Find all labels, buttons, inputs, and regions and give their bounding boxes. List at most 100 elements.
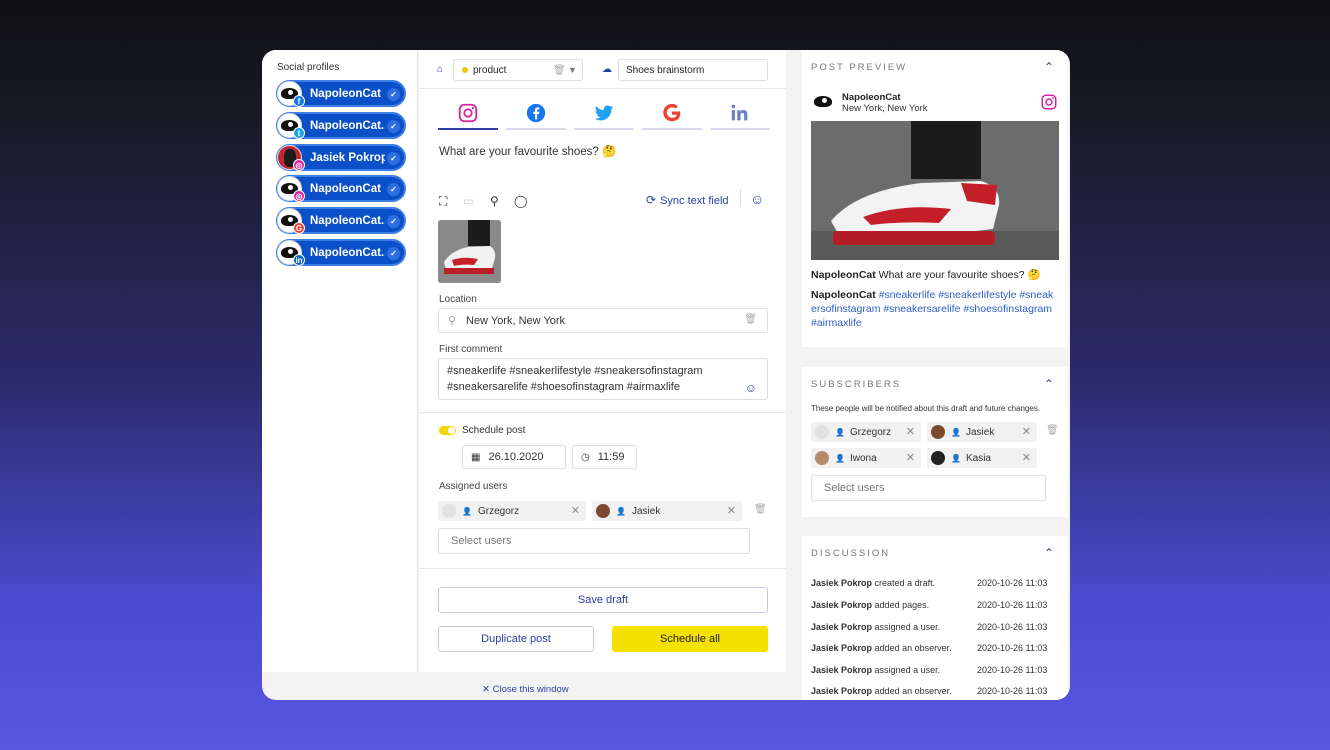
twitter-icon: t	[293, 127, 305, 139]
remove-icon[interactable]: ✕	[1022, 451, 1031, 464]
calendar-icon: ▦	[471, 451, 481, 463]
profile-napoleoncat-linkedin[interactable]: in NapoleonCat.... ✓	[276, 239, 406, 266]
instagram-icon: ◎	[293, 190, 305, 202]
remove-icon[interactable]: ✕	[571, 504, 580, 517]
divider	[740, 190, 741, 206]
social-profiles-panel: Social profiles f NapoleonCat ✓ t Napole…	[262, 50, 418, 672]
twitter-icon	[594, 105, 614, 121]
first-comment-input[interactable]: #sneakerlife #sneakerlifestyle #sneakers…	[438, 358, 768, 400]
trash-icon[interactable]: 🗑	[754, 504, 767, 515]
chevron-down-icon[interactable]: ▼	[568, 65, 577, 75]
facebook-icon	[526, 103, 546, 123]
avatar	[931, 425, 945, 439]
avatar	[813, 92, 835, 110]
time-input[interactable]: ◷ 11:59	[572, 445, 637, 469]
subscribers-title: SUBSCRIBERS	[811, 379, 902, 390]
divider	[419, 412, 786, 413]
post-editor-panel: ⌂ product 🗑 ▼ ☁ Shoes brainstorm What ar…	[419, 50, 786, 672]
profile-napoleoncat-facebook[interactable]: f NapoleonCat ✓	[276, 80, 406, 107]
chevron-up-icon[interactable]: ⌃	[1044, 377, 1054, 391]
discussion-title: DISCUSSION	[811, 548, 891, 559]
check-icon: ✓	[387, 183, 400, 196]
user-icon: 👤	[951, 453, 961, 463]
divider	[419, 568, 786, 569]
screenshot-icon[interactable]: ⛶	[439, 194, 447, 209]
remove-icon[interactable]: ✕	[727, 504, 736, 517]
linkedin-icon: in	[293, 254, 305, 266]
assigned-user-chip: 👤 Jasiek ✕	[592, 501, 742, 521]
post-text-input[interactable]: What are your favourite shoes? 🤔	[439, 144, 616, 158]
google-icon	[663, 103, 681, 122]
preview-comment: NapoleonCat #sneakerlife #sneakerlifesty…	[811, 289, 1054, 329]
attached-image[interactable]	[438, 220, 501, 283]
save-draft-button[interactable]: Save draft	[438, 587, 768, 613]
profile-napoleoncat-instagram[interactable]: ◎ NapoleonCat ✓	[276, 175, 406, 202]
emoji-icon[interactable]: ☺	[745, 381, 757, 395]
subscriber-chip: 👤 Grzegorz ✕	[811, 422, 921, 442]
tag-select[interactable]: product 🗑 ▼	[453, 59, 583, 81]
select-users-input[interactable]: Select users	[438, 528, 750, 554]
remove-icon[interactable]: ✕	[906, 451, 915, 464]
emoji-icon[interactable]: ☺	[750, 191, 764, 207]
discussion-entry: Jasiek Pokrop added pages. 2020-10-26 11:…	[811, 600, 1048, 610]
select-users-input[interactable]: Select users	[811, 475, 1046, 501]
check-icon: ✓	[387, 88, 400, 101]
draft-icon: ☁	[602, 64, 612, 75]
duplicate-post-button[interactable]: Duplicate post	[438, 626, 594, 652]
avatar	[815, 451, 829, 465]
discussion-entry: Jasiek Pokrop created a draft. 2020-10-26…	[811, 578, 1048, 588]
tab-twitter[interactable]	[574, 98, 634, 130]
discussion-entry: Jasiek Pokrop added an observer. 2020-10-…	[811, 686, 1048, 696]
schedule-post-label: Schedule post	[462, 425, 526, 436]
chevron-up-icon[interactable]: ⌃	[1044, 60, 1054, 74]
check-icon: ✓	[387, 247, 400, 260]
close-window-link[interactable]: ✕ Close this window	[482, 684, 569, 695]
preview-caption: NapoleonCat What are your favourite shoe…	[811, 269, 1041, 281]
facebook-icon: f	[293, 95, 305, 107]
profile-napoleoncat-twitter[interactable]: t NapoleonCat.... ✓	[276, 112, 406, 139]
tab-google[interactable]	[642, 98, 702, 130]
linkedin-icon	[731, 104, 748, 121]
schedule-all-button[interactable]: Schedule all	[612, 626, 768, 652]
trash-icon[interactable]: 🗑	[1046, 425, 1059, 436]
subscribers-card: SUBSCRIBERS ⌃ These people will be notif…	[802, 367, 1068, 517]
subscribers-note: These people will be notified about this…	[811, 404, 1041, 413]
date-input[interactable]: ▦ 26.10.2020	[462, 445, 566, 469]
subscriber-chip: 👤 Kasia ✕	[927, 448, 1037, 468]
subscriber-chip: 👤 Iwona ✕	[811, 448, 921, 468]
image-icon[interactable]: ▭	[463, 194, 474, 208]
trash-icon[interactable]: 🗑	[744, 314, 757, 325]
tab-linkedin[interactable]	[710, 98, 770, 130]
comment-icon[interactable]: ◯	[514, 194, 527, 208]
location-pin-icon[interactable]: ⚲	[490, 194, 499, 208]
user-icon: 👤	[616, 506, 626, 516]
chevron-up-icon[interactable]: ⌃	[1044, 546, 1054, 560]
remove-icon[interactable]: ✕	[1022, 425, 1031, 438]
location-input[interactable]: ⚲ New York, New York 🗑	[438, 308, 768, 333]
clock-icon: ◷	[581, 451, 590, 463]
instagram-icon	[1041, 94, 1057, 110]
sync-icon: ⟳	[646, 193, 657, 207]
instagram-icon: ◎	[293, 159, 305, 171]
schedule-toggle[interactable]	[439, 426, 456, 435]
avatar	[442, 504, 456, 518]
avatar	[931, 451, 945, 465]
tag-color-dot	[462, 67, 468, 73]
trash-icon[interactable]: 🗑	[553, 65, 566, 76]
tag-icon: ⌂	[437, 64, 444, 75]
instagram-icon	[458, 103, 478, 123]
location-label: Location	[439, 294, 477, 305]
check-icon: ✓	[387, 215, 400, 228]
social-profiles-title: Social profiles	[277, 62, 340, 73]
draft-name-input[interactable]: Shoes brainstorm	[618, 59, 768, 81]
check-icon: ✓	[387, 120, 400, 133]
tab-facebook[interactable]	[506, 98, 566, 130]
remove-icon[interactable]: ✕	[906, 425, 915, 438]
check-icon: ✓	[387, 152, 400, 165]
tab-instagram[interactable]	[438, 98, 498, 130]
sync-text-field-button[interactable]: ⟳ Sync text field	[646, 193, 729, 207]
profile-jasiek-instagram[interactable]: ◎ Jasiek Pokrop ✓	[276, 144, 406, 171]
post-preview-card: POST PREVIEW ⌃ NapoleonCat New York, New…	[802, 50, 1068, 347]
assigned-user-chip: 👤 Grzegorz ✕	[438, 501, 586, 521]
profile-napoleoncat-google[interactable]: G NapoleonCat.... ✓	[276, 207, 406, 234]
